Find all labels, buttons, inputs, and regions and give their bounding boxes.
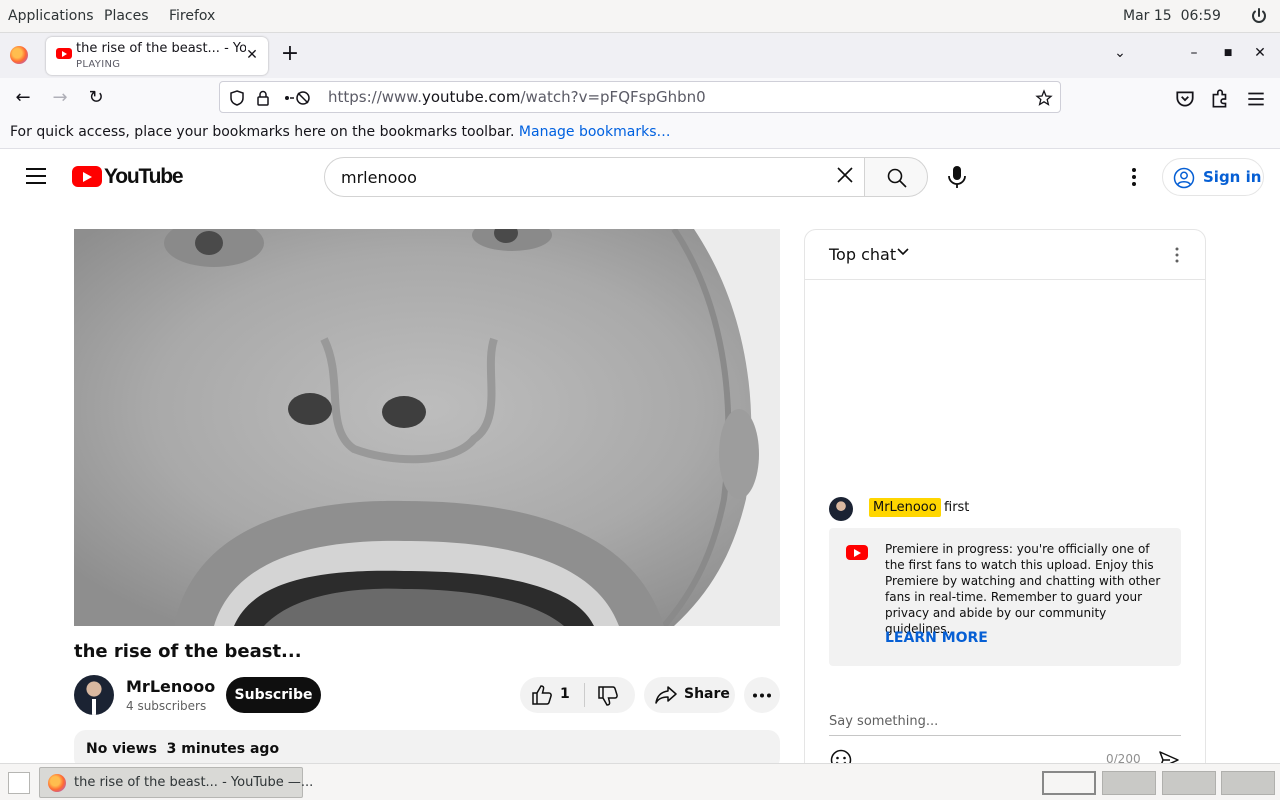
list-all-tabs-chevron-icon[interactable]: ⌄ bbox=[1110, 45, 1130, 61]
search-query: mrlenooo bbox=[341, 168, 417, 187]
url-host: youtube.com bbox=[421, 88, 521, 106]
dislike-thumb-down-icon[interactable] bbox=[597, 686, 619, 706]
like-divider bbox=[584, 683, 585, 707]
autoplay-permission-icon[interactable] bbox=[282, 89, 312, 107]
reload-icon[interactable]: ↻ bbox=[85, 87, 107, 109]
workspace-2[interactable] bbox=[1102, 771, 1156, 795]
chat-message[interactable]: MrLenooo first bbox=[805, 492, 1205, 526]
chat-more-icon[interactable] bbox=[1167, 245, 1187, 265]
subscriber-count: 4 subscribers bbox=[126, 699, 207, 713]
window-list-taskbar: the rise of the beast... - YouTube —... bbox=[0, 763, 1280, 800]
search-input[interactable]: mrlenooo bbox=[324, 157, 865, 197]
tab-strip: the rise of the beast... - YouTube PLAYI… bbox=[0, 33, 1280, 78]
share-arrow-icon bbox=[655, 686, 677, 704]
back-arrow-icon[interactable]: ← bbox=[12, 87, 34, 109]
premiere-info-text: Premiere in progress: you're officially … bbox=[885, 542, 1161, 636]
extensions-puzzle-icon[interactable] bbox=[1209, 88, 1231, 110]
search-button[interactable] bbox=[864, 157, 928, 197]
channel-avatar[interactable] bbox=[74, 675, 114, 715]
like-thumb-up-icon[interactable] bbox=[531, 685, 553, 705]
app-menu-hamburger-icon[interactable] bbox=[1245, 88, 1267, 110]
premiere-info-banner: Premiere in progress: you're officially … bbox=[829, 528, 1181, 666]
power-icon[interactable] bbox=[1250, 7, 1268, 25]
maximize-window-icon[interactable]: ■ bbox=[1218, 48, 1238, 58]
more-actions-button[interactable] bbox=[744, 677, 780, 713]
url-path: /watch?v=pFQFspGhbn0 bbox=[520, 88, 706, 106]
sign-in-button[interactable]: Sign in bbox=[1162, 158, 1264, 196]
close-window-icon[interactable]: ✕ bbox=[1250, 45, 1270, 61]
chat-mode-selector[interactable]: Top chat bbox=[829, 245, 896, 264]
navigation-toolbar: ← → ↻ https://www.youtube.com/watch?v=pF… bbox=[0, 78, 1280, 118]
sign-in-label: Sign in bbox=[1203, 168, 1262, 186]
forward-arrow-icon[interactable]: → bbox=[49, 87, 71, 109]
minimize-window-icon[interactable]: – bbox=[1184, 45, 1204, 61]
chat-author-avatar[interactable] bbox=[829, 497, 853, 521]
publish-time: 3 minutes ago bbox=[166, 741, 280, 757]
subscribe-button[interactable]: Subscribe bbox=[226, 677, 321, 713]
firefox-icon bbox=[48, 774, 66, 792]
firefox-app-menu[interactable]: Firefox bbox=[169, 8, 215, 24]
url-text[interactable]: https://www.youtube.com/watch?v=pFQFspGh… bbox=[328, 88, 706, 106]
tracking-shield-icon[interactable] bbox=[228, 89, 246, 107]
tab-youtube[interactable]: the rise of the beast... - YouTube PLAYI… bbox=[46, 37, 268, 75]
share-button[interactable]: Share bbox=[644, 677, 735, 713]
more-horizontal-icon bbox=[753, 693, 771, 698]
like-count[interactable]: 1 bbox=[560, 686, 570, 702]
youtube-wordmark: YouTube bbox=[104, 165, 184, 188]
bookmarks-toolbar: For quick access, place your bookmarks h… bbox=[0, 118, 1280, 149]
clock-date: Mar 15 bbox=[1123, 8, 1172, 24]
address-bar[interactable]: https://www.youtube.com/watch?v=pFQFspGh… bbox=[219, 81, 1061, 113]
lock-icon[interactable] bbox=[254, 89, 272, 107]
manage-bookmarks-link[interactable]: Manage bookmarks… bbox=[519, 124, 671, 140]
taskbar-firefox-window[interactable]: the rise of the beast... - YouTube —... bbox=[39, 767, 313, 798]
settings-more-icon[interactable] bbox=[1124, 167, 1144, 187]
chat-author-owner-badge[interactable]: MrLenooo bbox=[869, 498, 941, 517]
view-count: No views bbox=[86, 741, 157, 757]
tab-title: the rise of the beast... - YouTube bbox=[76, 41, 246, 56]
chevron-down-icon[interactable] bbox=[897, 248, 909, 256]
chat-message-text: first bbox=[944, 500, 970, 515]
bookmark-star-icon[interactable] bbox=[1035, 89, 1053, 107]
system-top-bar: Applications Places Firefox Mar 15 06:59 bbox=[0, 0, 1280, 33]
firefox-view-icon[interactable] bbox=[10, 46, 28, 64]
account-circle-icon bbox=[1173, 167, 1195, 189]
places-menu[interactable]: Places bbox=[104, 8, 149, 24]
tab-close-icon[interactable]: ✕ bbox=[244, 47, 260, 63]
clock-time: 06:59 bbox=[1180, 8, 1221, 24]
url-scheme: https://www. bbox=[328, 88, 422, 106]
channel-name[interactable]: MrLenooo bbox=[126, 677, 215, 696]
voice-search-mic-icon[interactable] bbox=[946, 165, 968, 189]
search-icon bbox=[887, 168, 907, 188]
share-label: Share bbox=[684, 686, 730, 702]
workspace-1[interactable] bbox=[1042, 771, 1096, 795]
video-player[interactable] bbox=[74, 229, 780, 626]
clock[interactable]: Mar 15 06:59 bbox=[1123, 8, 1221, 24]
show-desktop-icon[interactable] bbox=[8, 772, 30, 794]
workspace-4[interactable] bbox=[1221, 771, 1275, 795]
chat-header: Top chat bbox=[805, 230, 1205, 280]
learn-more-link[interactable]: LEARN MORE bbox=[885, 630, 988, 646]
new-tab-button[interactable]: + bbox=[280, 43, 300, 67]
pocket-icon[interactable] bbox=[1174, 88, 1196, 110]
guide-menu-icon[interactable] bbox=[26, 168, 46, 184]
live-chat-panel: Top chat MrLenooo first Premiere in prog… bbox=[804, 229, 1206, 769]
taskbar-window-title: the rise of the beast... - YouTube —... bbox=[74, 775, 314, 790]
like-dislike-group: 1 bbox=[520, 677, 635, 713]
youtube-masthead: YouTube mrlenooo Sign in bbox=[0, 149, 1280, 205]
youtube-play-logo-icon bbox=[72, 166, 102, 187]
chat-message-input[interactable]: Say something... bbox=[829, 714, 1181, 736]
applications-menu[interactable]: Applications bbox=[8, 8, 94, 24]
bookmarks-hint: For quick access, place your bookmarks h… bbox=[10, 124, 515, 140]
video-frame bbox=[74, 229, 780, 626]
youtube-favicon-icon bbox=[56, 48, 72, 59]
workspace-3[interactable] bbox=[1162, 771, 1216, 795]
clear-search-icon[interactable] bbox=[835, 165, 855, 185]
video-title: the rise of the beast... bbox=[74, 641, 302, 662]
youtube-logo-icon bbox=[846, 545, 868, 560]
tab-playing-label: PLAYING bbox=[76, 59, 121, 70]
